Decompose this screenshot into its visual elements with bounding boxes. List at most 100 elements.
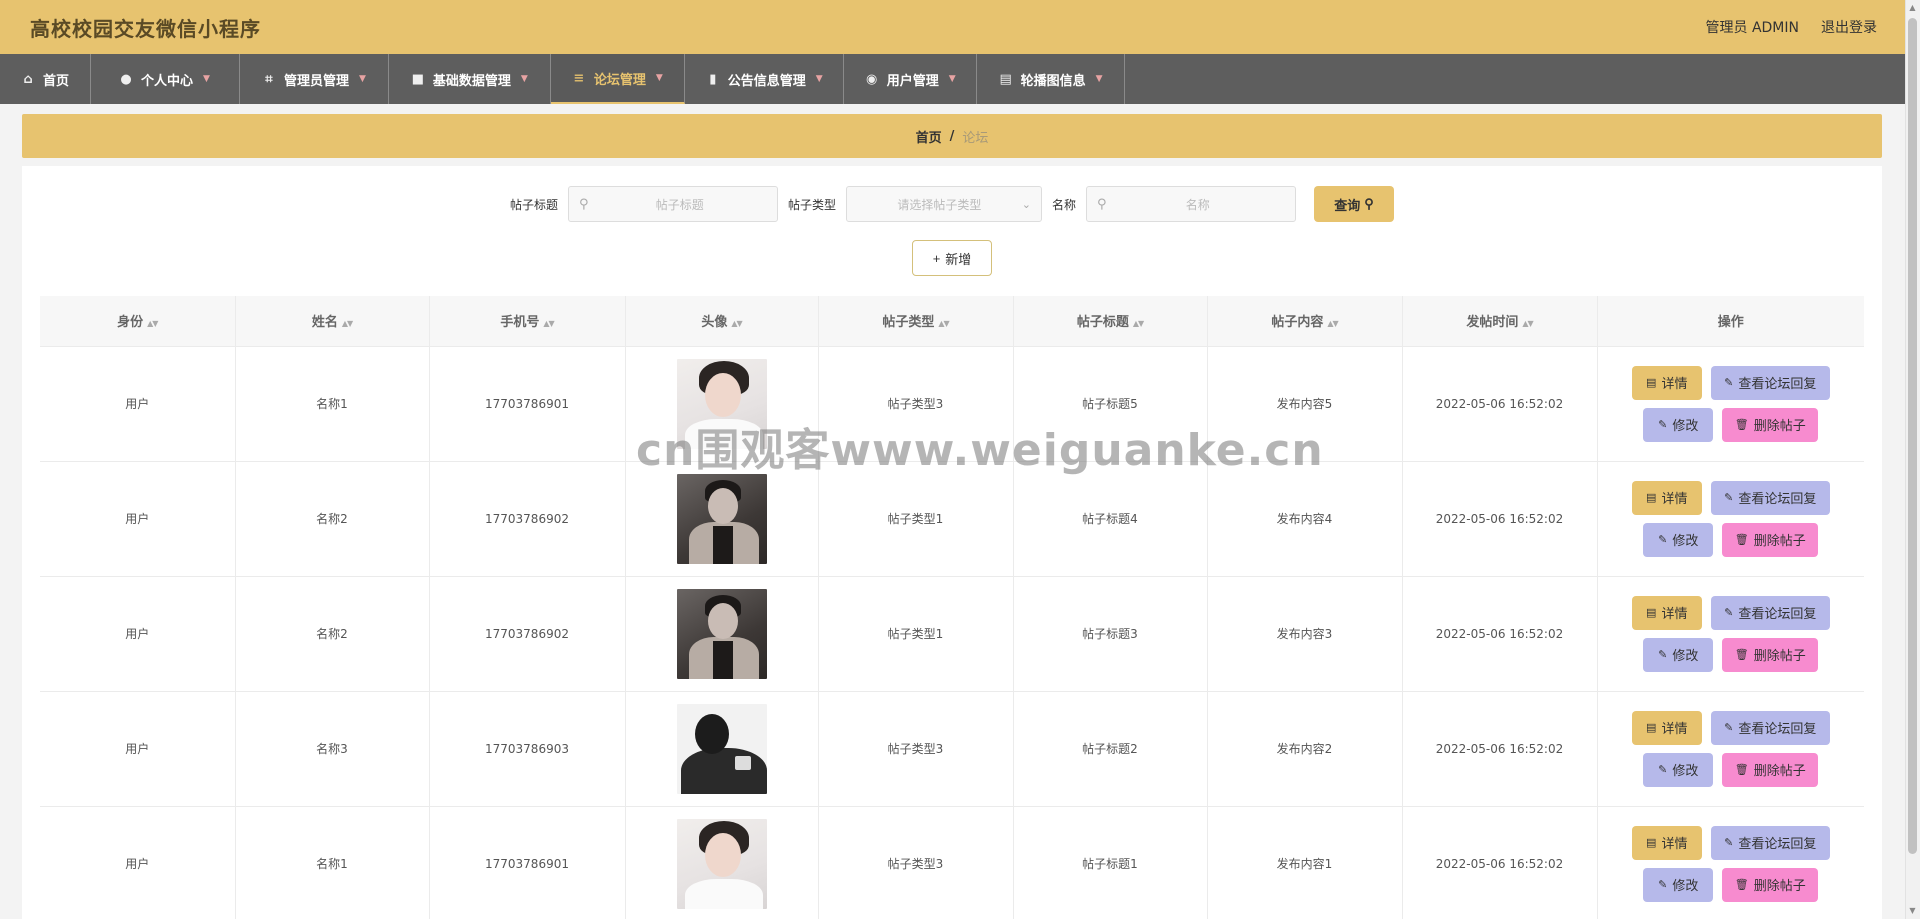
- forum-table: 身份 ▲▼ 姓名 ▲▼ 手机号 ▲▼ 头像 ▲▼ 帖子类型 ▲▼ 帖子标题 ▲▼ 帖子内容 ▲…: [40, 296, 1864, 919]
- column-header[interactable]: 姓名 ▲▼: [235, 296, 430, 347]
- edit-button[interactable]: ✎ 修改: [1643, 522, 1714, 557]
- view-reply-button[interactable]: ✎ 查看论坛回复: [1710, 365, 1830, 400]
- detail-button[interactable]: ▤ 详情: [1631, 825, 1702, 860]
- detail-button[interactable]: ▤ 详情: [1631, 595, 1702, 630]
- pencil-icon: ✎: [1724, 836, 1734, 849]
- document-icon: ▤: [1646, 376, 1657, 389]
- column-header[interactable]: 帖子标题 ▲▼: [1013, 296, 1208, 347]
- admin-label[interactable]: 管理员 ADMIN: [1706, 17, 1800, 37]
- button-label: 删除帖子: [1753, 764, 1806, 779]
- delete-post-button[interactable]: 🗑 删除帖子: [1722, 637, 1819, 672]
- title-search-input[interactable]: ⚲ 帖子标题: [567, 186, 778, 222]
- nav-item-admin-management[interactable]: ⌗ 管理员管理 ▼: [240, 54, 389, 104]
- search-form: 帖子标题 ⚲ 帖子标题 帖子类型 请选择帖子类型 ⌄ 名称 ⚲ 名称 查询 ⚲: [22, 186, 1882, 222]
- cell-content: 发布内容3: [1207, 576, 1403, 692]
- home-icon: ⌂: [23, 71, 33, 87]
- cell-text: 17703786902: [485, 626, 569, 641]
- chevron-down-icon: ▼: [203, 74, 210, 84]
- button-label: 详情: [1661, 722, 1688, 737]
- detail-button[interactable]: ▤ 详情: [1631, 480, 1702, 515]
- detail-button[interactable]: ▤ 详情: [1631, 710, 1702, 745]
- cell-text: 帖子类型1: [887, 512, 944, 526]
- cell-text: 帖子类型1: [887, 627, 944, 641]
- cell-role: 用户: [40, 691, 236, 807]
- view-reply-button[interactable]: ✎ 查看论坛回复: [1710, 825, 1830, 860]
- view-reply-button[interactable]: ✎ 查看论坛回复: [1710, 710, 1830, 745]
- button-label: 修改: [1672, 879, 1699, 894]
- cell-text: 名称1: [316, 397, 348, 411]
- cell-text: 用户: [125, 742, 150, 756]
- avatar[interactable]: [676, 703, 767, 794]
- nav-item-user-management[interactable]: ◉ 用户管理 ▼: [844, 54, 977, 104]
- scroll-down-icon[interactable]: ▼: [1908, 906, 1917, 916]
- nav-item-personal-center[interactable]: ● 个人中心 ▼: [91, 54, 240, 104]
- avatar[interactable]: [676, 473, 767, 564]
- cell-role: 用户: [40, 461, 236, 577]
- detail-button[interactable]: ▤ 详情: [1631, 365, 1702, 400]
- avatar[interactable]: [676, 358, 767, 449]
- sort-icon: ▲▼: [1132, 319, 1144, 329]
- avatar[interactable]: [676, 588, 767, 679]
- scroll-up-icon[interactable]: ▲: [1908, 3, 1917, 13]
- edit-button[interactable]: ✎ 修改: [1643, 752, 1714, 787]
- camera-icon: ■: [411, 71, 425, 87]
- cell-role: 用户: [40, 576, 236, 692]
- layers-icon: ≡: [573, 70, 585, 86]
- cell-text: 2022-05-06 16:52:02: [1435, 741, 1564, 756]
- column-header[interactable]: 身份 ▲▼: [40, 296, 236, 347]
- avatar[interactable]: [676, 818, 767, 909]
- cell-actions: ▤ 详情 ✎ 查看论坛回复 ✎ 修改 🗑 删除帖子: [1597, 806, 1864, 919]
- column-label: 身份: [117, 315, 144, 331]
- cell-text: 2022-05-06 16:52:02: [1435, 511, 1564, 526]
- button-label: 详情: [1661, 607, 1688, 622]
- cell-content: 发布内容5: [1207, 346, 1403, 462]
- logout-link[interactable]: 退出登录: [1821, 17, 1877, 37]
- top-header: 高校校园交友微信小程序 管理员 ADMIN 退出登录: [0, 0, 1905, 54]
- nav-item-announcement[interactable]: ▮ 公告信息管理 ▼: [685, 54, 844, 104]
- edit-button[interactable]: ✎ 修改: [1643, 407, 1714, 442]
- column-label: 姓名: [311, 315, 338, 331]
- view-reply-button[interactable]: ✎ 查看论坛回复: [1710, 595, 1830, 630]
- nav-item-forum-management[interactable]: ≡ 论坛管理 ▼: [550, 54, 685, 104]
- nav-item-basic-data[interactable]: ■ 基础数据管理 ▼: [389, 54, 551, 104]
- cell-text: 用户: [125, 857, 150, 871]
- view-reply-button[interactable]: ✎ 查看论坛回复: [1710, 480, 1830, 515]
- column-label: 操作: [1717, 315, 1744, 331]
- add-button[interactable]: + 新增: [912, 240, 992, 276]
- page-scrollbar[interactable]: ▲ ▼: [1905, 0, 1920, 919]
- scroll-thumb[interactable]: [1908, 18, 1917, 854]
- delete-post-button[interactable]: 🗑 删除帖子: [1722, 752, 1819, 787]
- cell-text: 帖子类型3: [887, 397, 944, 411]
- cell-time: 2022-05-06 16:52:02: [1402, 806, 1598, 919]
- column-header[interactable]: 头像 ▲▼: [625, 296, 819, 347]
- search-button[interactable]: 查询 ⚲: [1314, 186, 1395, 222]
- chevron-down-icon: ▼: [815, 74, 823, 84]
- column-header[interactable]: 手机号 ▲▼: [429, 296, 626, 347]
- cell-title: 帖子标题1: [1013, 806, 1208, 919]
- breadcrumb-home[interactable]: 首页: [916, 127, 942, 146]
- trash-icon: 🗑: [1734, 418, 1749, 431]
- delete-post-button[interactable]: 🗑 删除帖子: [1722, 407, 1819, 442]
- cell-phone: 17703786903: [429, 691, 626, 807]
- cell-type: 帖子类型1: [818, 461, 1014, 577]
- cell-text: 发布内容2: [1276, 742, 1333, 756]
- edit-button[interactable]: ✎ 修改: [1643, 867, 1714, 902]
- cell-title: 帖子标题3: [1013, 576, 1208, 692]
- type-select[interactable]: 请选择帖子类型 ⌄: [846, 186, 1042, 222]
- column-header[interactable]: 帖子类型 ▲▼: [818, 296, 1014, 347]
- cell-text: 17703786903: [485, 741, 569, 756]
- column-header[interactable]: 发帖时间 ▲▼: [1402, 296, 1598, 347]
- pencil-icon: ✎: [1724, 491, 1734, 504]
- name-search-input[interactable]: ⚲ 名称: [1086, 186, 1297, 222]
- delete-post-button[interactable]: 🗑 删除帖子: [1722, 522, 1819, 557]
- table-row: 用户 名称2 17703786902 帖子类型1 帖子标题4 发布内容4 2022-05-0…: [40, 461, 1864, 577]
- edit-button[interactable]: ✎ 修改: [1643, 637, 1714, 672]
- nav-item-home[interactable]: ⌂ 首页: [0, 54, 92, 104]
- delete-post-button[interactable]: 🗑 删除帖子: [1722, 867, 1819, 902]
- nav-item-carousel[interactable]: ▤ 轮播图信息 ▼: [977, 54, 1125, 104]
- add-row: + 新增: [22, 240, 1882, 276]
- nav-label: 基础数据管理: [432, 73, 511, 89]
- cell-actions: ▤ 详情 ✎ 查看论坛回复 ✎ 修改 🗑 删除帖子: [1597, 461, 1864, 577]
- column-header[interactable]: 帖子内容 ▲▼: [1207, 296, 1403, 347]
- cell-time: 2022-05-06 16:52:02: [1402, 346, 1598, 462]
